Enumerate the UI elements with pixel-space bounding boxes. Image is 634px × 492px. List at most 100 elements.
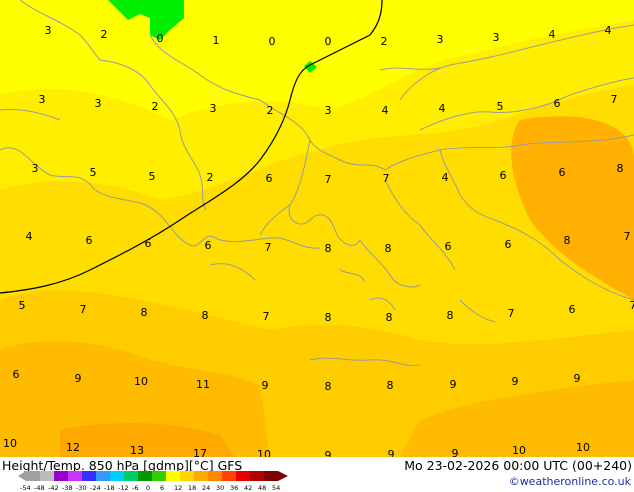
temperature-label: 0 — [157, 32, 164, 45]
legend-tick-label: 12 — [174, 484, 182, 492]
legend-tick-label: 48 — [258, 484, 266, 492]
temperature-label: 3 — [32, 162, 39, 175]
temperature-label: 8 — [325, 380, 332, 393]
temperature-label: 5 — [19, 299, 26, 312]
temperature-label: 9 — [512, 375, 519, 388]
legend-tick-label: -6 — [132, 484, 138, 492]
temperature-label: 9 — [388, 448, 395, 457]
temperature-label: 11 — [196, 378, 210, 391]
temperature-label: 13 — [130, 444, 144, 457]
temperature-label: 7 — [263, 310, 270, 323]
temperature-label: 9 — [262, 379, 269, 392]
temperature-label: 17 — [193, 447, 207, 457]
temperature-label: 10 — [512, 444, 526, 457]
legend-tick-label: 42 — [244, 484, 252, 492]
temperature-label: 7 — [630, 299, 634, 312]
legend-swatch — [54, 471, 68, 481]
legend-tick-label: 54 — [272, 484, 280, 492]
temperature-label: 9 — [452, 447, 459, 457]
temperature-label: 7 — [383, 172, 390, 185]
legend-swatch — [264, 471, 278, 481]
temperature-label: 8 — [141, 306, 148, 319]
forecast-datetime: Mo 23-02-2026 00:00 UTC (00+240) — [404, 458, 632, 473]
temperature-label: 4 — [549, 28, 556, 41]
temperature-label: 0 — [269, 35, 276, 48]
temperature-label: 4 — [382, 104, 389, 117]
legend-swatch — [208, 471, 222, 481]
legend-swatch — [250, 471, 264, 481]
temperature-label: 8 — [617, 162, 624, 175]
temperature-label: 5 — [497, 100, 504, 113]
temperature-label: 3 — [210, 102, 217, 115]
temperature-label: 12 — [66, 441, 80, 454]
weather-map: 3201002334433232344567355267746684666788… — [0, 0, 634, 457]
temperature-label: 3 — [493, 31, 500, 44]
temperature-label: 6 — [559, 166, 566, 179]
temperature-label: 2 — [267, 104, 274, 117]
temperature-label: 0 — [325, 35, 332, 48]
temperature-label: 4 — [442, 171, 449, 184]
temperature-label: 9 — [450, 378, 457, 391]
temperature-label: 6 — [554, 97, 561, 110]
legend-swatch — [26, 471, 40, 481]
temperature-label: 9 — [75, 372, 82, 385]
temperature-label: 8 — [325, 311, 332, 324]
temperature-label: 6 — [505, 238, 512, 251]
temperature-label: 6 — [145, 237, 152, 250]
temperature-label: 10 — [576, 441, 590, 454]
temperature-label: 6 — [13, 368, 20, 381]
temperature-label: 7 — [80, 303, 87, 316]
temperature-label: 9 — [574, 372, 581, 385]
temperature-label: 8 — [564, 234, 571, 247]
legend-tick-label: 30 — [216, 484, 224, 492]
legend-tick-label: -24 — [90, 484, 101, 492]
temperature-label: 1 — [213, 34, 220, 47]
legend-tick-label: -42 — [48, 484, 59, 492]
legend-tick-label: 24 — [202, 484, 210, 492]
temperature-label: 6 — [205, 239, 212, 252]
temperature-label: 5 — [90, 166, 97, 179]
temperature-label: 8 — [387, 379, 394, 392]
temperature-label: 7 — [265, 241, 272, 254]
temperature-label: 9 — [325, 449, 332, 457]
legend-tick-label: -54 — [20, 484, 31, 492]
legend-swatch — [138, 471, 152, 481]
temperature-label: 6 — [266, 172, 273, 185]
temperature-label: 3 — [39, 93, 46, 106]
temperature-label: 3 — [437, 33, 444, 46]
legend-tick-label: 6 — [160, 484, 164, 492]
temperature-label: 6 — [569, 303, 576, 316]
legend-tick-label: 36 — [230, 484, 238, 492]
legend-tick-label: -38 — [62, 484, 73, 492]
legend-tick-label: -30 — [76, 484, 87, 492]
temperature-label: 2 — [152, 100, 159, 113]
temperature-label: 7 — [508, 307, 515, 320]
temperature-label: 10 — [257, 448, 271, 457]
temperature-label: 2 — [207, 171, 214, 184]
legend-swatch — [194, 471, 208, 481]
temperature-label: 7 — [325, 173, 332, 186]
legend-arrow-right — [278, 471, 288, 481]
temperature-label: 10 — [3, 437, 17, 450]
temperature-label: 8 — [325, 242, 332, 255]
legend-swatch — [68, 471, 82, 481]
legend-swatch — [96, 471, 110, 481]
map-canvas: 3201002334433232344567355267746684666788… — [0, 0, 634, 457]
legend-swatch — [180, 471, 194, 481]
legend-tick-label: 18 — [188, 484, 196, 492]
temperature-label: 6 — [445, 240, 452, 253]
temperature-label: 7 — [611, 93, 618, 106]
legend-swatch — [166, 471, 180, 481]
legend-tick-label: -48 — [34, 484, 45, 492]
legend-swatch — [222, 471, 236, 481]
credit-link[interactable]: ©weatheronline.co.uk — [509, 475, 631, 488]
legend-swatch — [110, 471, 124, 481]
legend-arrow-left — [18, 471, 26, 481]
legend-tick-label: -18 — [104, 484, 115, 492]
temperature-label: 2 — [381, 35, 388, 48]
temperature-label: 8 — [385, 242, 392, 255]
temperature-label: 4 — [26, 230, 33, 243]
temperature-label: 3 — [325, 104, 332, 117]
legend-swatch — [236, 471, 250, 481]
temperature-label: 6 — [500, 169, 507, 182]
